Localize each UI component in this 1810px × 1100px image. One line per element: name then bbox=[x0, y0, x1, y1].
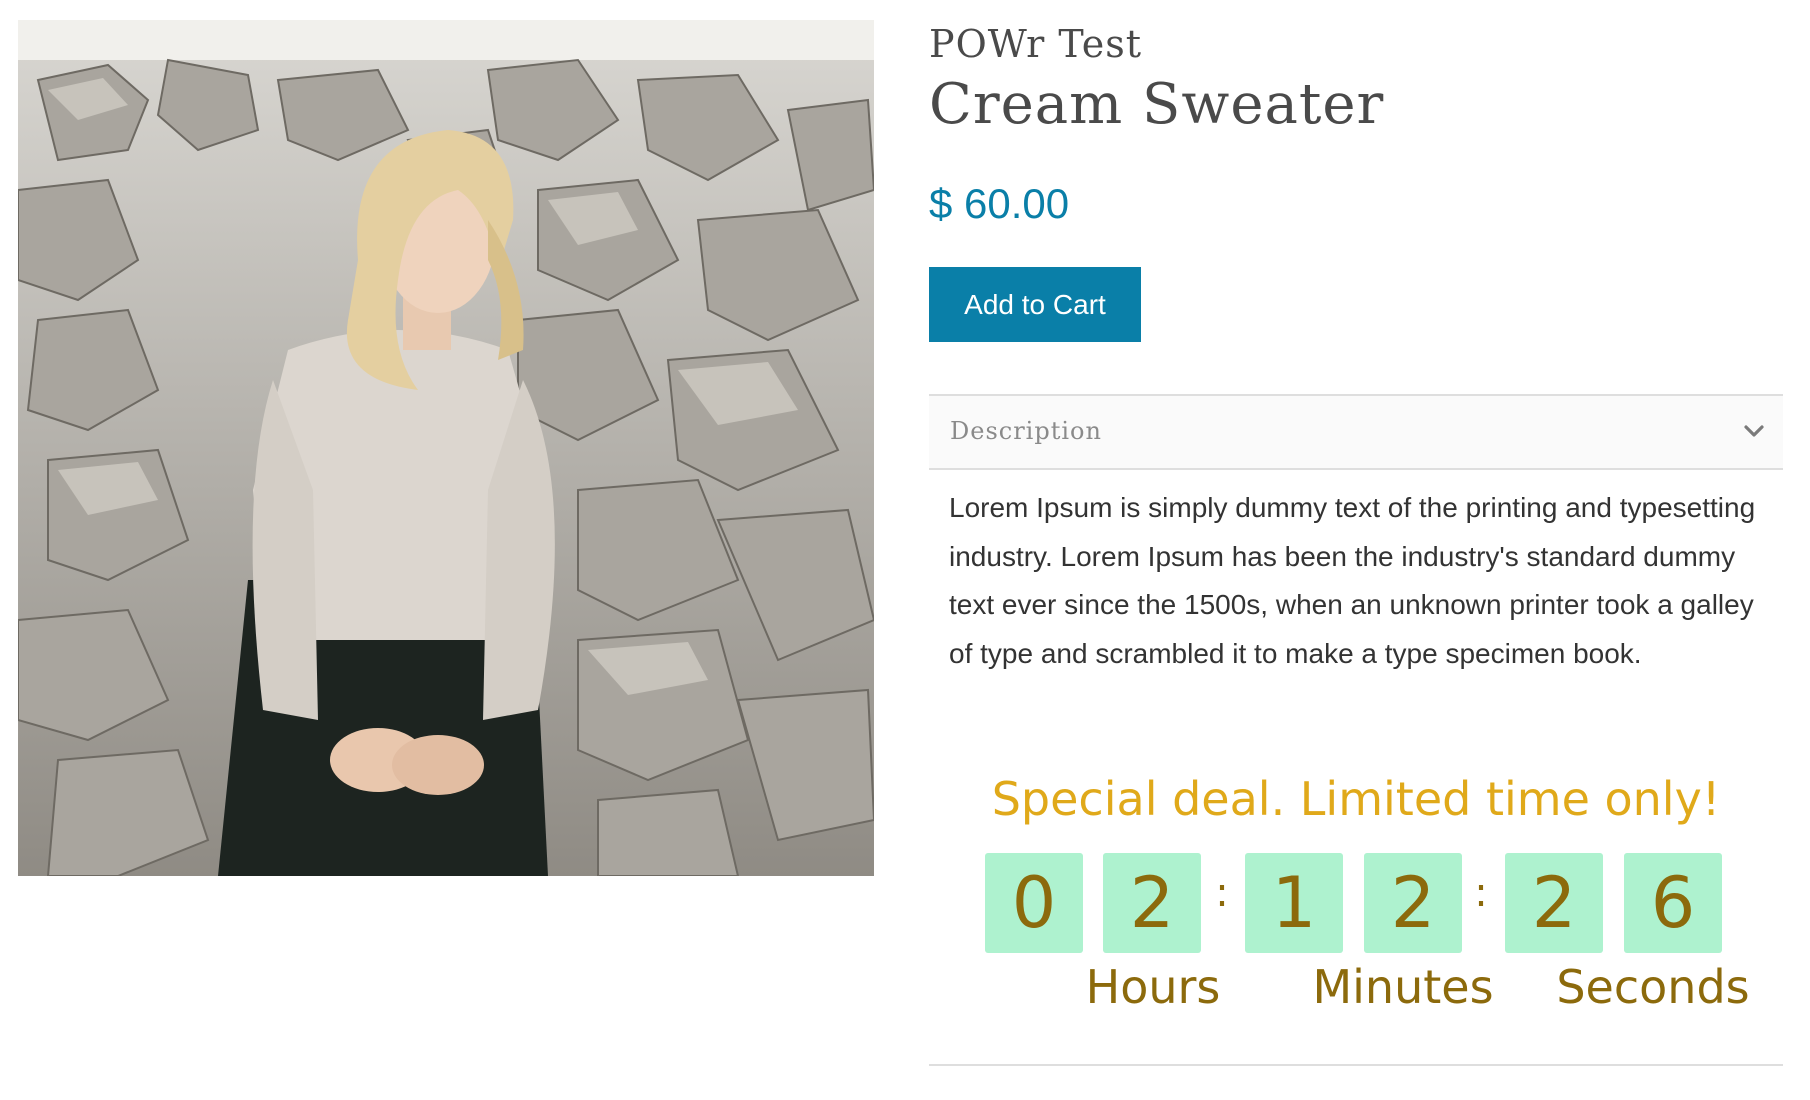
seconds-ones-digit: 6 bbox=[1624, 853, 1722, 953]
time-separator: : bbox=[1215, 870, 1229, 916]
hours-label: Hours bbox=[1085, 960, 1221, 1014]
time-separator: : bbox=[1474, 870, 1488, 916]
product-title: Cream Sweater bbox=[929, 72, 1385, 137]
hours-tens-digit: 0 bbox=[985, 853, 1083, 953]
product-image bbox=[18, 20, 874, 876]
product-price: $ 60.00 bbox=[929, 180, 1070, 227]
chevron-down-icon bbox=[1744, 425, 1764, 437]
seconds-label: Seconds bbox=[1556, 960, 1750, 1014]
description-toggle[interactable]: Description bbox=[929, 394, 1783, 470]
countdown-headline: Special deal. Limited time only! bbox=[991, 772, 1721, 826]
hours-ones-digit: 2 bbox=[1103, 853, 1201, 953]
minutes-tens-digit: 1 bbox=[1245, 853, 1343, 953]
description-text: Lorem Ipsum is simply dummy text of the … bbox=[949, 492, 1756, 669]
divider bbox=[929, 1064, 1783, 1066]
description-label: Description bbox=[950, 417, 1102, 445]
product-vendor: POWr Test bbox=[929, 22, 1142, 66]
seconds-tens-digit: 2 bbox=[1505, 853, 1603, 953]
minutes-ones-digit: 2 bbox=[1364, 853, 1462, 953]
add-to-cart-button[interactable]: Add to Cart bbox=[929, 267, 1141, 342]
minutes-label: Minutes bbox=[1312, 960, 1494, 1014]
